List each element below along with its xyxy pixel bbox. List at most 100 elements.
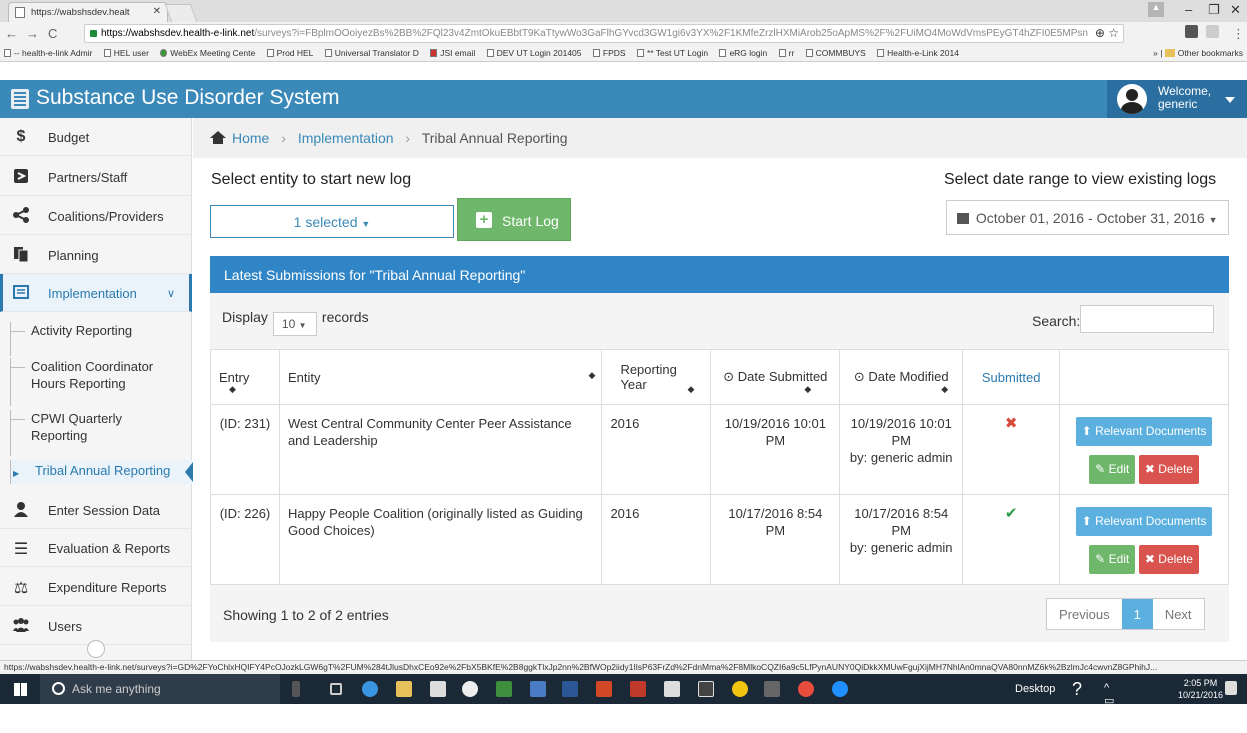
page-1-button[interactable]: 1 bbox=[1121, 599, 1153, 629]
planning-icon bbox=[12, 246, 30, 264]
sidebar-item-partners[interactable]: Partners/Staff bbox=[0, 158, 192, 196]
close-window-icon[interactable]: ✕ bbox=[1230, 2, 1241, 18]
url-input[interactable]: https://wabshsdev.health-e-link.net/surv… bbox=[84, 24, 1124, 43]
app-icon[interactable] bbox=[530, 681, 546, 697]
calculator-icon[interactable] bbox=[664, 681, 680, 697]
column-header-entity[interactable]: Entity ◆ bbox=[278, 349, 603, 405]
sidebar-item-enter-session[interactable]: Enter Session Data bbox=[0, 491, 192, 529]
browser-tab[interactable]: https://wabshsdev.healt ✕ bbox=[8, 2, 168, 22]
sidebar-item-expenditure[interactable]: ⚖ Expenditure Reports bbox=[0, 568, 192, 606]
new-tab-button[interactable] bbox=[164, 4, 198, 22]
profile-icon[interactable]: ▲ bbox=[1148, 2, 1164, 17]
hp-icon[interactable] bbox=[462, 681, 478, 697]
notifications-icon[interactable] bbox=[1225, 681, 1237, 695]
collapse-sidebar-icon[interactable] bbox=[87, 640, 105, 658]
bookmark[interactable]: JSI email bbox=[430, 48, 475, 58]
sidebar-subitem-activity[interactable]: Activity Reporting bbox=[10, 322, 192, 356]
breadcrumb-home[interactable]: Home bbox=[232, 130, 269, 146]
sidebar-subitem-coordinator-hours[interactable]: Coalition Coordinator Hours Reporting bbox=[10, 358, 192, 406]
column-header-date-modified[interactable]: ⊙ Date Modified ◆ bbox=[839, 349, 964, 405]
column-header-submitted[interactable]: Submitted bbox=[962, 349, 1061, 405]
other-bookmarks[interactable]: » | Other bookmarks bbox=[1149, 48, 1243, 58]
relevant-documents-button[interactable]: ⬆ Relevant Documents bbox=[1075, 417, 1213, 446]
entity-select[interactable]: 1 selected ▼ bbox=[210, 205, 454, 238]
taskbar-search[interactable]: Ask me anything bbox=[40, 674, 280, 704]
extension-icon[interactable] bbox=[1185, 25, 1198, 38]
close-tab-icon[interactable]: ✕ bbox=[153, 6, 161, 17]
excel-icon[interactable] bbox=[496, 681, 512, 697]
bookmark[interactable]: FPDS bbox=[592, 48, 626, 58]
bookmark-star-icon[interactable]: ⊕ ☆ bbox=[1094, 26, 1119, 40]
bookmark[interactable]: Universal Translator D bbox=[324, 48, 419, 58]
avatar bbox=[1117, 84, 1147, 114]
caret-right-icon: ▶ bbox=[13, 469, 20, 478]
caret-down-icon: ▼ bbox=[361, 219, 371, 229]
task-view-icon[interactable] bbox=[330, 683, 342, 695]
reload-icon[interactable]: C bbox=[48, 26, 57, 41]
internet-explorer-icon[interactable] bbox=[832, 681, 848, 697]
delete-button[interactable]: ✖ Delete bbox=[1138, 545, 1199, 574]
date-range-picker[interactable]: October 01, 2016 - October 31, 2016 ▼ bbox=[946, 200, 1229, 235]
tray-icons[interactable]: ^ ▭ ◢ ◁× bbox=[1104, 682, 1119, 733]
app-icon[interactable] bbox=[630, 681, 646, 697]
word-icon[interactable] bbox=[562, 681, 578, 697]
norton-icon[interactable] bbox=[732, 681, 748, 697]
sidebar-item-label: Enter Session Data bbox=[48, 503, 161, 518]
restore-icon[interactable]: ❐ bbox=[1208, 2, 1220, 18]
previous-page-button[interactable]: Previous bbox=[1047, 599, 1122, 629]
sidebar-item-budget[interactable]: $ Budget bbox=[0, 118, 192, 156]
desktop-toolbar[interactable]: Desktop bbox=[1015, 683, 1055, 695]
minimize-icon[interactable]: – bbox=[1185, 2, 1192, 17]
app-icon[interactable] bbox=[764, 681, 780, 697]
cell-entry: (ID: 231) bbox=[210, 404, 280, 495]
forward-icon[interactable]: → bbox=[26, 26, 39, 41]
bookmark[interactable]: ** Test UT Login bbox=[636, 48, 708, 58]
sidebar-subitem-cpwi[interactable]: CPWI Quarterly Reporting bbox=[10, 410, 192, 456]
clock[interactable]: 2:05 PM 10/21/2016 bbox=[1178, 677, 1223, 701]
bookmark[interactable]: Health-e-Link 2014 bbox=[877, 48, 959, 58]
delete-button[interactable]: ✖ Delete bbox=[1138, 455, 1199, 484]
url-host: https://wabshsdev.health-e-link.net bbox=[101, 28, 255, 39]
bookmark[interactable]: HEL user bbox=[103, 48, 149, 58]
sidebar-subitem-tribal[interactable]: ▶ Tribal Annual Reporting bbox=[10, 460, 193, 484]
sidebar-item-coalitions[interactable]: Coalitions/Providers bbox=[0, 197, 192, 235]
app-icon[interactable] bbox=[698, 681, 714, 697]
relevant-documents-button[interactable]: ⬆ Relevant Documents bbox=[1075, 507, 1213, 536]
search-input[interactable] bbox=[1080, 305, 1214, 333]
edit-button[interactable]: ✎ Edit bbox=[1089, 545, 1136, 574]
status-bar-url: https://wabshsdev.health-e-link.net/surv… bbox=[0, 660, 1247, 674]
edge-icon[interactable] bbox=[362, 681, 378, 697]
bookmark[interactable]: DEV UT Login 201405 bbox=[486, 48, 582, 58]
chrome-icon[interactable] bbox=[798, 681, 814, 697]
sidebar-item-implementation[interactable]: Implementation ∨ bbox=[0, 274, 192, 312]
bookmark[interactable]: WebEx Meeting Cente bbox=[160, 48, 255, 58]
home-icon bbox=[210, 131, 226, 144]
bookmark[interactable]: rr bbox=[778, 48, 794, 58]
column-header-entry[interactable]: Entry ◆ bbox=[210, 349, 280, 405]
next-page-button[interactable]: Next bbox=[1153, 599, 1204, 629]
page-length-select[interactable]: 10 ▼ bbox=[272, 312, 317, 336]
help-icon[interactable]: ? bbox=[1072, 679, 1082, 700]
bookmark[interactable]: eRG login bbox=[719, 48, 767, 58]
bookmark[interactable]: -- health-e-link Admir bbox=[4, 48, 92, 58]
sidebar-item-planning[interactable]: Planning bbox=[0, 236, 192, 274]
column-header-reporting-year[interactable]: Reporting Year ◆ bbox=[601, 349, 712, 405]
bookmark[interactable]: COMMBUYS bbox=[805, 48, 866, 58]
powerpoint-icon[interactable] bbox=[596, 681, 612, 697]
back-icon[interactable]: ← bbox=[5, 26, 18, 41]
store-icon[interactable] bbox=[430, 681, 446, 697]
extension-icon[interactable] bbox=[1206, 25, 1219, 38]
breadcrumb-implementation[interactable]: Implementation bbox=[298, 130, 394, 146]
cortana-icon bbox=[52, 682, 65, 695]
edit-button[interactable]: ✎ Edit bbox=[1089, 455, 1136, 484]
windows-start-icon[interactable] bbox=[14, 683, 27, 696]
menu-icon[interactable]: ⋮ bbox=[1232, 26, 1245, 42]
bookmark[interactable]: Prod HEL bbox=[266, 48, 313, 58]
sidebar-item-label: Evaluation & Reports bbox=[48, 541, 171, 556]
file-explorer-icon[interactable] bbox=[396, 681, 412, 697]
microphone-icon[interactable] bbox=[292, 681, 300, 697]
start-log-button[interactable]: + Start Log bbox=[457, 198, 571, 241]
user-menu[interactable]: Welcome, generic bbox=[1107, 80, 1247, 118]
column-header-date-submitted[interactable]: ⊙ Date Submitted ◆ bbox=[710, 349, 841, 405]
sidebar-item-evaluation[interactable]: ☰ Evaluation & Reports bbox=[0, 529, 192, 567]
